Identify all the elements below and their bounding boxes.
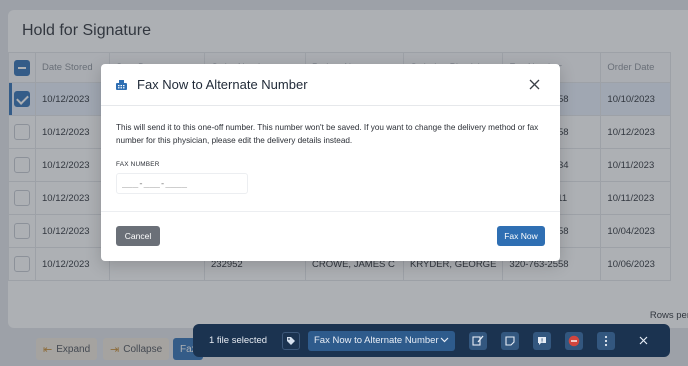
sign-document-icon[interactable] (469, 331, 487, 350)
bulk-action-bar: 1 file selected Fax Now to Alternate Num… (193, 324, 670, 357)
cancel-button[interactable]: Cancel (116, 226, 160, 246)
dialog-header: Fax Now to Alternate Number (101, 64, 560, 106)
fax-now-button[interactable]: Fax Now (497, 226, 545, 246)
tag-icon[interactable] (282, 331, 300, 350)
more-options-icon[interactable] (597, 331, 615, 350)
fax-number-input[interactable] (116, 173, 248, 194)
dialog-body: This will send it to this one-off number… (101, 106, 560, 194)
close-icon[interactable] (523, 74, 545, 96)
close-bar-icon[interactable] (637, 335, 649, 347)
flag-comment-icon[interactable] (533, 331, 551, 350)
selection-count: 1 file selected (209, 335, 268, 346)
remove-circle-icon[interactable] (565, 331, 583, 350)
action-select[interactable]: Fax Now to Alternate Number (308, 330, 455, 351)
dialog-title: Fax Now to Alternate Number (137, 77, 308, 92)
fax-number-label: FAX NUMBER (116, 161, 160, 168)
chevron-down-icon (440, 335, 449, 346)
note-icon[interactable] (501, 331, 519, 350)
fax-machine-icon (116, 79, 127, 90)
fax-alternate-dialog: Fax Now to Alternate Number This will se… (101, 64, 560, 261)
action-select-value: Fax Now to Alternate Number (314, 335, 439, 346)
dialog-footer: Cancel Fax Now (101, 211, 560, 261)
dialog-message: This will send it to this one-off number… (116, 123, 539, 145)
